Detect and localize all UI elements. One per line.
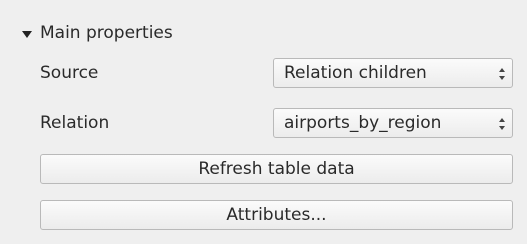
chevron-down-icon <box>499 76 505 80</box>
attributes-button[interactable]: Attributes... <box>40 200 513 230</box>
relation-combobox[interactable]: airports_by_region <box>273 108 513 138</box>
source-combobox-value: Relation children <box>284 63 427 83</box>
collapse-arrow-icon[interactable] <box>22 30 32 38</box>
refresh-table-data-button[interactable]: Refresh table data <box>40 154 513 184</box>
combobox-spin-icon <box>492 59 512 87</box>
source-combobox[interactable]: Relation children <box>273 58 513 88</box>
main-properties-panel: Main properties Source Relation children… <box>0 0 527 244</box>
chevron-up-icon <box>499 68 505 72</box>
relation-label: Relation <box>40 113 110 133</box>
source-label: Source <box>40 63 99 83</box>
chevron-up-icon <box>499 118 505 122</box>
chevron-down-icon <box>499 126 505 130</box>
main-properties-group-header[interactable]: Main properties <box>22 20 173 46</box>
combobox-spin-icon <box>492 109 512 137</box>
group-title: Main properties <box>40 23 173 43</box>
relation-combobox-value: airports_by_region <box>284 113 442 133</box>
